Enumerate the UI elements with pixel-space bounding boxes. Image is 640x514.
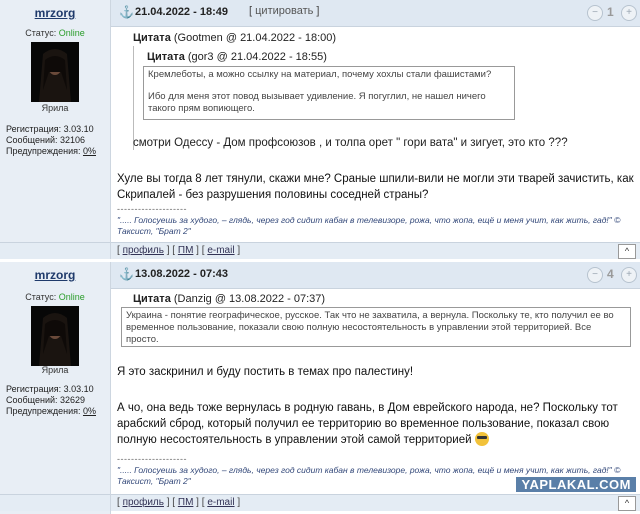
post-date: 21.04.2022 - 18:49	[135, 6, 228, 18]
profile-link[interactable]: профиль	[123, 497, 164, 508]
avatar[interactable]	[31, 42, 79, 102]
minus-icon[interactable]: −	[587, 267, 603, 283]
avatar-image	[31, 42, 79, 102]
quote-box: Украина - понятие географическое, русско…	[121, 307, 631, 347]
post-rating: 4	[607, 267, 614, 281]
quote-label: Цитата	[133, 293, 171, 305]
msgs-label: Сообщений:	[6, 135, 58, 145]
user-status: Статус: Online	[0, 292, 110, 302]
post-message-2-text: А чо, она ведь тоже вернулась в родную г…	[117, 402, 618, 446]
quote-inner-text-2: Ибо для меня этот повод вызывает удивлен…	[148, 91, 486, 114]
post-body: Цитата (Danzig @ 13.08.2022 - 07:37) Укр…	[111, 288, 640, 494]
reg-label: Регистрация:	[6, 124, 62, 134]
quote-text: Украина - понятие географическое, русско…	[126, 310, 614, 345]
quote-button-label: цитировать	[255, 5, 314, 17]
site-watermark: YAPLAKAL.COM	[516, 477, 636, 492]
user-info: Регистрация: 3.03.10 Сообщений: 32106 Пр…	[6, 124, 96, 157]
plus-icon[interactable]: +	[621, 5, 637, 21]
post-header: ⚓ 21.04.2022 - 18:49 [ цитировать ] − 1 …	[111, 0, 640, 27]
anchor-icon[interactable]: ⚓	[119, 267, 134, 281]
status-label: Статус:	[25, 28, 57, 38]
quote-outer-label: Цитата	[133, 32, 171, 44]
footer-links: [ профиль ] [ ПМ ] [ e-mail ]	[117, 497, 241, 508]
signature-separator: --------------------	[117, 204, 187, 214]
post-rating: 1	[607, 5, 614, 19]
username-link[interactable]: mrzorg	[0, 268, 110, 282]
post-header: ⚓ 13.08.2022 - 07:43 − 4 +	[111, 262, 640, 289]
scroll-top-button[interactable]: ^	[618, 244, 636, 259]
user-status: Статус: Online	[0, 28, 110, 38]
cool-emoji-icon	[474, 432, 489, 446]
warn-label: Предупреждения:	[6, 406, 81, 416]
plus-icon[interactable]: +	[621, 267, 637, 283]
quote-inner-text-1: Кремлеботы, а можно ссылку на материал, …	[148, 69, 492, 80]
post-footer: [ профиль ] [ ПМ ] [ e-mail ] ^	[111, 494, 640, 511]
reg-value: 3.03.10	[63, 384, 94, 394]
quote-inner-header: Цитата (gor3 @ 21.04.2022 - 18:55)	[147, 51, 327, 63]
post-footer: [ профиль ] [ ПМ ] [ e-mail ] ^	[111, 242, 640, 259]
quote-outer-border	[133, 46, 134, 150]
email-link[interactable]: e-mail	[207, 245, 234, 256]
post-1: mrzorg Статус: Online Ярила Регистрация:…	[0, 0, 640, 259]
username-link[interactable]: mrzorg	[0, 6, 110, 20]
avatar-image	[31, 306, 79, 366]
msgs-label: Сообщений:	[6, 395, 58, 405]
status-value: Online	[58, 292, 85, 302]
warn-label: Предупреждения:	[6, 146, 81, 156]
minus-icon[interactable]: −	[587, 5, 603, 21]
post-date: 13.08.2022 - 07:43	[135, 268, 228, 280]
quote-header: Цитата (Danzig @ 13.08.2022 - 07:37)	[133, 293, 325, 305]
user-rank: Ярила	[41, 103, 69, 113]
reg-label: Регистрация:	[6, 384, 62, 394]
footer-links: [ профиль ] [ ПМ ] [ e-mail ]	[117, 245, 241, 256]
pm-link[interactable]: ПМ	[178, 497, 194, 508]
warn-value-link[interactable]: 0%	[83, 406, 96, 416]
post-message-1: Я это заскринил и буду постить в темах п…	[117, 366, 414, 378]
quote-inner-box: Кремлеботы, а можно ссылку на материал, …	[143, 66, 515, 120]
quote-outer-text: смотри Одессу - Дом профсоюзов , и толпа…	[133, 137, 568, 149]
status-label: Статус:	[25, 292, 57, 302]
status-value: Online	[58, 28, 85, 38]
quote-button[interactable]: [ цитировать ]	[249, 5, 319, 17]
quote-meta: (Danzig @ 13.08.2022 - 07:37)	[173, 293, 326, 305]
anchor-icon[interactable]: ⚓	[119, 5, 134, 19]
msgs-value: 32106	[60, 135, 86, 145]
warn-value-link[interactable]: 0%	[83, 146, 96, 156]
email-link[interactable]: e-mail	[207, 497, 234, 508]
user-info: Регистрация: 3.03.10 Сообщений: 32629 Пр…	[6, 384, 96, 417]
quote-outer-meta: (Gootmen @ 21.04.2022 - 18:00)	[173, 32, 337, 44]
post-message-2: А чо, она ведь тоже вернулась в родную г…	[117, 400, 637, 448]
profile-link[interactable]: профиль	[123, 245, 164, 256]
avatar[interactable]	[31, 306, 79, 366]
post-body: Цитата (Gootmen @ 21.04.2022 - 18:00) Ци…	[111, 26, 640, 242]
signature-separator: --------------------	[117, 454, 187, 464]
quote-inner-meta: (gor3 @ 21.04.2022 - 18:55)	[187, 51, 327, 63]
left-footer	[0, 242, 110, 259]
scroll-top-button[interactable]: ^	[618, 496, 636, 511]
left-footer	[0, 494, 110, 511]
signature: "..... Голосуешь за худого, – глядь, чер…	[117, 215, 621, 236]
pm-link[interactable]: ПМ	[178, 245, 194, 256]
quote-outer-header: Цитата (Gootmen @ 21.04.2022 - 18:00)	[133, 32, 336, 44]
post-message: Хуле вы тогда 8 лет тянули, скажи мне? С…	[117, 173, 634, 201]
reg-value: 3.03.10	[63, 124, 94, 134]
user-rank: Ярила	[41, 365, 69, 375]
quote-inner-label: Цитата	[147, 51, 185, 63]
msgs-value: 32629	[60, 395, 86, 405]
